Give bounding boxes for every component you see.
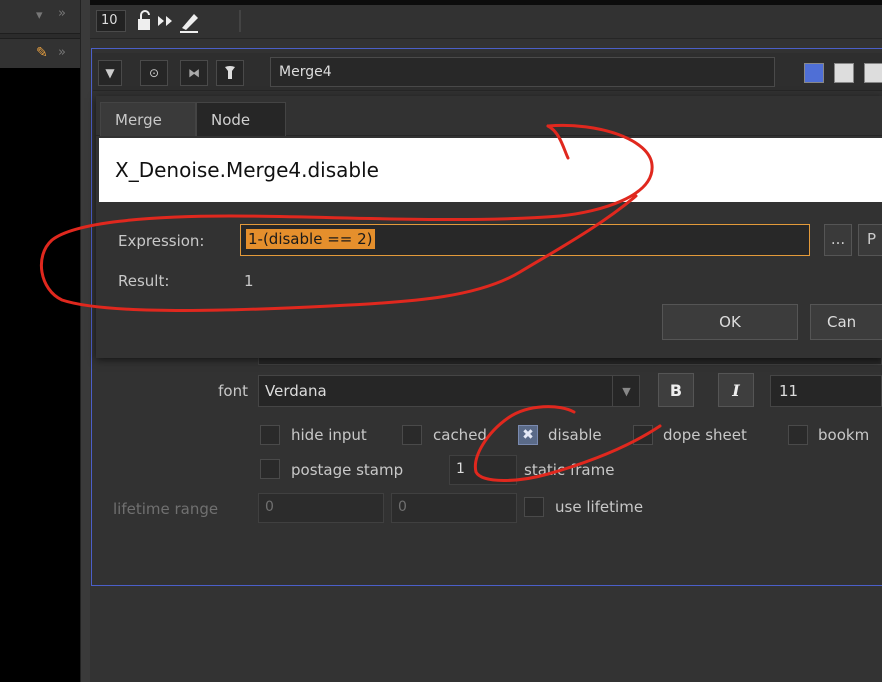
result-label: Result:: [118, 272, 170, 290]
cached-checkbox[interactable]: [402, 425, 422, 445]
wrench-icon[interactable]: [216, 60, 244, 86]
ellipsis-button[interactable]: ...: [824, 224, 852, 256]
expression-text: 1-(disable == 2): [246, 229, 375, 249]
expression-input[interactable]: 1-(disable == 2): [240, 224, 810, 256]
bold-button[interactable]: B: [658, 373, 694, 407]
font-size-field[interactable]: 11: [770, 375, 882, 407]
viewer-area: [0, 68, 80, 682]
tab-merge[interactable]: Merge: [100, 102, 196, 136]
postage-stamp-checkbox[interactable]: [260, 459, 280, 479]
expression-label: Expression:: [118, 232, 205, 250]
input-arrows-icon[interactable]: ⧓: [180, 60, 208, 86]
left-dock-toolbar-2: ✎ »: [0, 38, 80, 68]
splitter[interactable]: [80, 0, 90, 682]
chevron-down-icon[interactable]: ▼: [612, 375, 640, 407]
bookmark-label: bookm: [818, 426, 870, 444]
use-lifetime-checkbox[interactable]: [524, 497, 544, 517]
lifetime-range-label: lifetime range: [113, 500, 219, 518]
node-name-field[interactable]: Merge4: [270, 57, 775, 87]
italic-button[interactable]: I: [718, 373, 754, 407]
hide-input-checkbox[interactable]: [260, 425, 280, 445]
center-node-icon[interactable]: ⊙: [140, 60, 168, 86]
postage-stamp-label: postage stamp: [291, 461, 404, 479]
knob-path-title: X_Denoise.Merge4.disable: [99, 138, 882, 202]
left-dock-toolbar: ▾ »: [0, 0, 80, 34]
max-panels-field[interactable]: 10: [96, 10, 126, 32]
collapse-triangle-icon[interactable]: ▼: [98, 60, 122, 86]
font-select[interactable]: Verdana: [258, 375, 640, 407]
python-button[interactable]: P: [858, 224, 882, 256]
edit-pencil-icon[interactable]: [180, 14, 198, 33]
bookmark-checkbox[interactable]: [788, 425, 808, 445]
more-chevron-icon[interactable]: »: [58, 45, 66, 60]
cached-label: cached: [433, 426, 487, 444]
font-label: font: [218, 382, 248, 400]
static-frame-field[interactable]: 1: [449, 455, 517, 485]
extra-color-swatch[interactable]: [864, 63, 882, 83]
dope-sheet-label: dope sheet: [663, 426, 747, 444]
gl-color-swatch[interactable]: [834, 63, 854, 83]
disable-label: disable: [548, 426, 602, 444]
ok-button[interactable]: OK: [662, 304, 798, 340]
lock-icon[interactable]: [138, 10, 150, 30]
hide-input-label: hide input: [291, 426, 367, 444]
collapse-panels-icon[interactable]: [158, 16, 172, 26]
lifetime-start-field[interactable]: 0: [258, 493, 384, 523]
result-value: 1: [244, 272, 254, 290]
disable-checkbox[interactable]: ✖: [518, 425, 538, 445]
toolbar-icons: [132, 8, 242, 34]
static-frame-label: static frame: [524, 461, 615, 479]
use-lifetime-label: use lifetime: [555, 498, 644, 516]
tab-node[interactable]: Node: [196, 102, 286, 136]
dope-sheet-checkbox[interactable]: [633, 425, 653, 445]
cancel-button[interactable]: Can: [810, 304, 882, 340]
tile-color-swatch[interactable]: [804, 63, 824, 83]
more-chevron-icon[interactable]: »: [58, 6, 66, 21]
dropdown-arrow-icon[interactable]: ▾: [36, 8, 43, 23]
lifetime-end-field[interactable]: 0: [391, 493, 517, 523]
pin-icon[interactable]: ✎: [36, 45, 48, 61]
